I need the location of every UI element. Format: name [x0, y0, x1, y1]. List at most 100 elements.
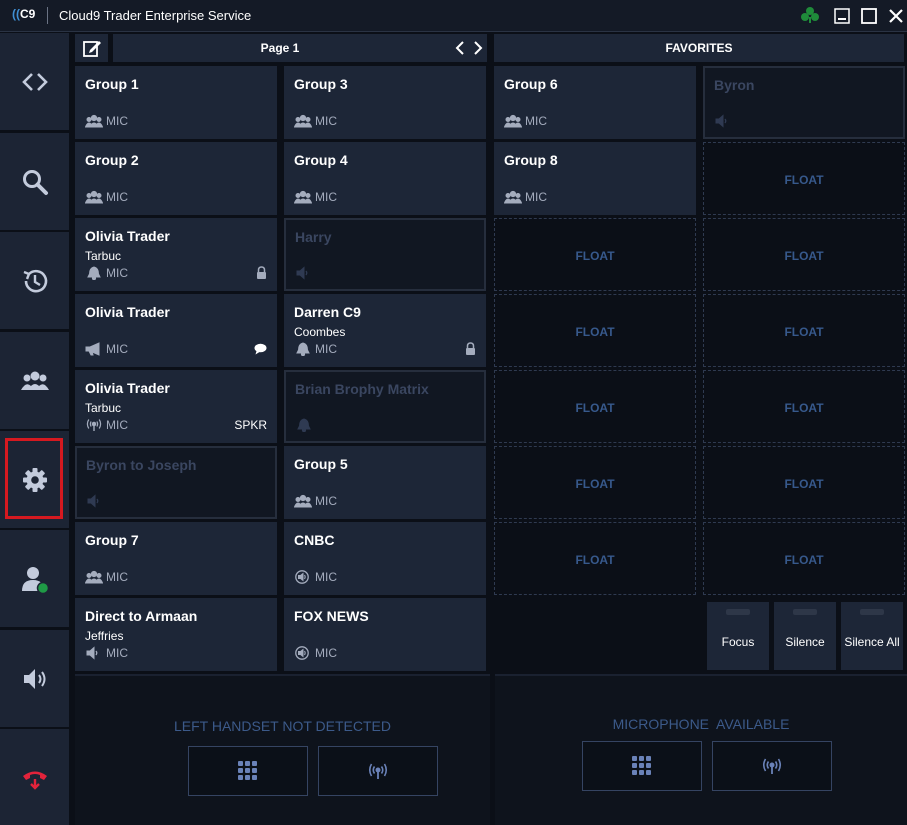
- tile-name: CNBC: [294, 532, 335, 548]
- sidebar-item-groups[interactable]: [0, 332, 69, 429]
- right-broadcast-button[interactable]: [712, 741, 832, 791]
- sidebar-item-hangup[interactable]: [0, 729, 69, 825]
- maximize-icon[interactable]: [860, 7, 878, 25]
- chat-icon: [254, 343, 267, 355]
- line-tile[interactable]: Group 2 MIC: [75, 142, 277, 215]
- line-tile[interactable]: Group 8 MIC: [494, 142, 696, 215]
- chevron-right-icon[interactable]: [471, 40, 485, 56]
- edit-icon: [82, 41, 101, 57]
- line-tile[interactable]: Group 7 MIC: [75, 522, 277, 595]
- line-tile[interactable]: FOX NEWS MIC: [284, 598, 486, 671]
- line-tile[interactable]: Byron: [703, 66, 905, 139]
- float-slot[interactable]: FLOAT: [703, 218, 905, 291]
- tile-subtitle: Coombes: [294, 325, 346, 339]
- bell-icon: [87, 266, 101, 280]
- line-tile[interactable]: Group 4 MIC: [284, 142, 486, 215]
- tile-name: Group 5: [294, 456, 348, 472]
- float-slot[interactable]: FLOAT: [494, 294, 696, 367]
- tile-mic-label: MIC: [315, 646, 337, 660]
- float-slot[interactable]: FLOAT: [494, 522, 696, 595]
- line-tile[interactable]: Olivia Trader Tarbuc MIC: [75, 218, 277, 291]
- float-slot[interactable]: FLOAT: [703, 370, 905, 443]
- sidebar-item-code[interactable]: [0, 33, 69, 130]
- tile-name: Group 6: [504, 76, 558, 92]
- line-tile[interactable]: Darren C9 Coombes MIC: [284, 294, 486, 367]
- tile-mic-label: MIC: [315, 494, 337, 508]
- history-icon: [23, 269, 47, 292]
- line-tile[interactable]: Group 5 MIC: [284, 446, 486, 519]
- broadcast-icon: [368, 763, 388, 779]
- float-slot[interactable]: FLOAT: [703, 294, 905, 367]
- sidebar-item-search[interactable]: [0, 133, 69, 230]
- tile-subtitle: Tarbuc: [85, 249, 122, 263]
- close-icon[interactable]: [887, 7, 905, 25]
- silence-all-button[interactable]: Silence All: [841, 602, 903, 670]
- tile-name: Group 4: [294, 152, 348, 168]
- float-slot[interactable]: FLOAT: [494, 370, 696, 443]
- left-handset-status: LEFT HANDSET NOT DETECTED: [173, 718, 392, 734]
- tile-mic-label: MIC: [106, 570, 128, 584]
- page-label: Page 1: [260, 41, 300, 55]
- left-broadcast-button[interactable]: [318, 746, 438, 796]
- lock-icon: [257, 266, 266, 279]
- silence-label: Silence: [785, 635, 825, 649]
- sidebar-item-speaker[interactable]: [0, 630, 69, 727]
- silence-indicator: [793, 609, 817, 615]
- line-tile[interactable]: Group 3 MIC: [284, 66, 486, 139]
- line-tile[interactable]: Olivia Trader MIC: [75, 294, 277, 367]
- group-icon: [504, 190, 522, 204]
- sidebar-item-history[interactable]: [0, 232, 69, 329]
- left-handset-panel: LEFT HANDSET NOT DETECTED: [75, 674, 490, 825]
- tile-name: Olivia Trader: [85, 228, 170, 244]
- tile-mic-label: MIC: [315, 114, 337, 128]
- float-slot[interactable]: FLOAT: [494, 446, 696, 519]
- line-tile[interactable]: Byron to Joseph: [75, 446, 277, 519]
- group-icon: [294, 114, 312, 128]
- tile-mic-label: MIC: [315, 570, 337, 584]
- float-label: FLOAT: [784, 325, 824, 339]
- line-tile[interactable]: Direct to Armaan Jeffries MIC: [75, 598, 277, 671]
- clover-icon[interactable]: [800, 6, 820, 24]
- group-icon: [294, 190, 312, 204]
- sidebar-item-user-status[interactable]: [0, 530, 69, 627]
- chevron-left-icon[interactable]: [453, 40, 467, 56]
- focus-label: Focus: [721, 635, 755, 649]
- edit-button[interactable]: [75, 34, 108, 62]
- tile-name: Group 1: [85, 76, 139, 92]
- float-slot[interactable]: FLOAT: [703, 142, 905, 215]
- float-slot[interactable]: FLOAT: [703, 522, 905, 595]
- float-slot[interactable]: FLOAT: [494, 218, 696, 291]
- float-label: FLOAT: [784, 401, 824, 415]
- tile-mic-label: MIC: [106, 418, 128, 432]
- speaker-icon: [23, 668, 45, 689]
- window-title: Cloud9 Trader Enterprise Service: [59, 8, 252, 23]
- tile-name: Olivia Trader: [85, 304, 170, 320]
- line-tile[interactable]: Group 1 MIC: [75, 66, 277, 139]
- line-tile[interactable]: CNBC MIC: [284, 522, 486, 595]
- tile-mic-label: MIC: [106, 190, 128, 204]
- line-tile[interactable]: Brian Brophy Matrix: [284, 370, 486, 443]
- bell-icon: [296, 342, 310, 356]
- tile-name: Byron to Joseph: [86, 457, 197, 473]
- line-tile[interactable]: Olivia Trader Tarbuc MIC SPKR: [75, 370, 277, 443]
- left-keypad-button[interactable]: [188, 746, 308, 796]
- minimize-icon[interactable]: [833, 7, 851, 25]
- float-label: FLOAT: [784, 553, 824, 567]
- tile-subtitle: Tarbuc: [85, 401, 122, 415]
- float-label: FLOAT: [575, 401, 615, 415]
- float-slot[interactable]: FLOAT: [703, 446, 905, 519]
- tile-mic-label: MIC: [106, 114, 128, 128]
- group-icon: [85, 190, 103, 204]
- line-tile[interactable]: Group 6 MIC: [494, 66, 696, 139]
- focus-button[interactable]: Focus: [707, 602, 769, 670]
- title-separator: [47, 7, 48, 24]
- tile-name: FOX NEWS: [294, 608, 369, 624]
- line-tile[interactable]: Harry: [284, 218, 486, 291]
- tile-mic-label: MIC: [315, 342, 337, 356]
- right-keypad-button[interactable]: [582, 741, 702, 791]
- microphone-status: MICROPHONE AVAILABLE: [612, 716, 790, 732]
- hangup-icon: [22, 771, 47, 790]
- tile-mic-label: MIC: [106, 266, 128, 280]
- silence-button[interactable]: Silence: [774, 602, 836, 670]
- float-label: FLOAT: [575, 325, 615, 339]
